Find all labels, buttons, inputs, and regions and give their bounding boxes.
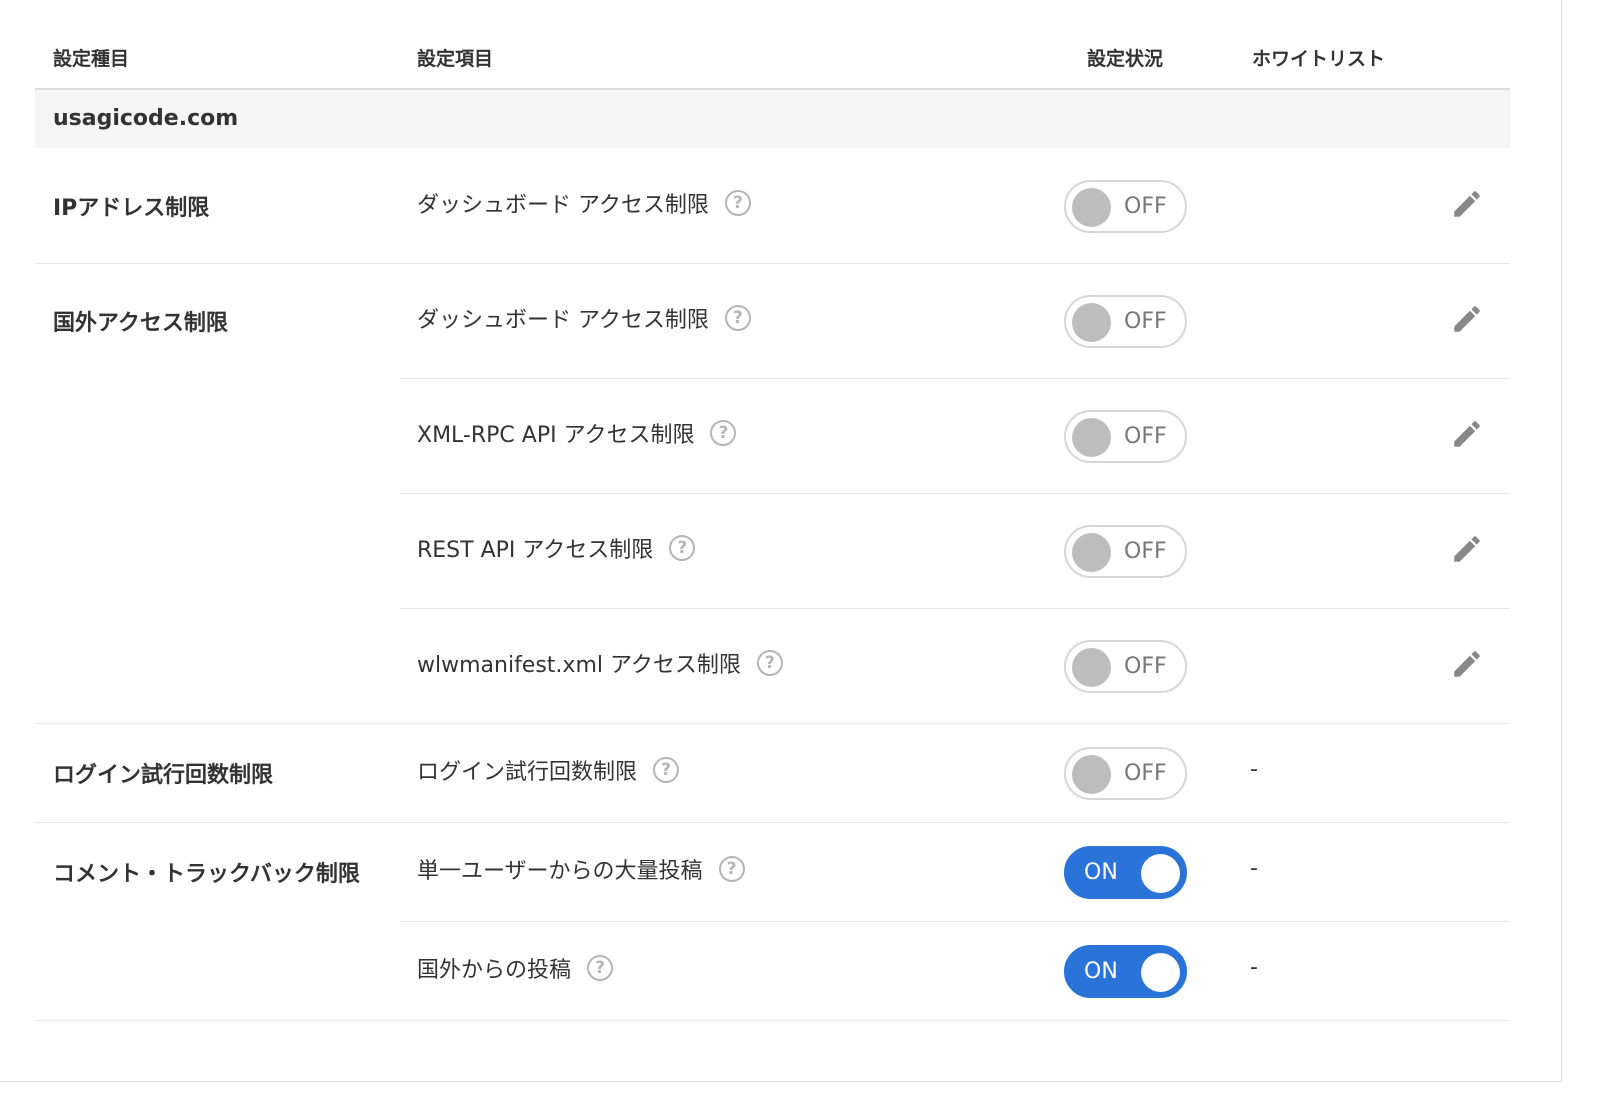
- category-foreign-access-restriction: 国外アクセス制限: [53, 311, 228, 336]
- security-settings-panel: 設定種目 設定項目 設定状況 ホワイトリスト usagicode.com IPア…: [0, 0, 1562, 1082]
- row-divider: [400, 921, 1510, 922]
- help-icon[interactable]: ?: [587, 955, 614, 981]
- help-icon[interactable]: ?: [756, 650, 783, 676]
- category-comment-trackback-restriction: コメント・トラックバック制限: [53, 862, 360, 887]
- status-toggle[interactable]: OFF: [1064, 640, 1187, 693]
- setting-label: 単一ユーザーからの大量投稿: [417, 859, 703, 884]
- edit-icon[interactable]: [1450, 187, 1484, 221]
- setting-item: wlwmanifest.xml アクセス制限 ?: [417, 647, 783, 679]
- column-header-status: 設定状況: [1087, 48, 1164, 70]
- whitelist-value: -: [1250, 856, 1258, 881]
- toggle-knob: [1072, 303, 1111, 342]
- edit-icon[interactable]: [1450, 532, 1484, 566]
- domain-label: usagicode.com: [35, 90, 1510, 148]
- setting-item: 単一ユーザーからの大量投稿 ?: [417, 853, 745, 885]
- status-toggle[interactable]: ON: [1064, 846, 1187, 899]
- setting-label: 国外からの投稿: [417, 958, 572, 983]
- setting-item: XML-RPC API アクセス制限 ?: [417, 417, 737, 449]
- toggle-label: OFF: [1124, 194, 1167, 219]
- toggle-label: OFF: [1124, 654, 1167, 679]
- status-toggle[interactable]: ON: [1064, 945, 1187, 998]
- setting-item: REST API アクセス制限 ?: [417, 532, 696, 564]
- status-toggle[interactable]: OFF: [1064, 180, 1187, 233]
- toggle-label: OFF: [1124, 424, 1167, 449]
- setting-label: REST API アクセス制限: [417, 538, 654, 563]
- group-divider: [35, 822, 1510, 823]
- edit-icon[interactable]: [1450, 647, 1484, 681]
- setting-item: ダッシュボード アクセス制限 ?: [417, 187, 751, 219]
- setting-label: ログイン試行回数制限: [417, 760, 638, 785]
- toggle-knob: [1072, 533, 1111, 572]
- toggle-label: OFF: [1124, 539, 1167, 564]
- setting-item: 国外からの投稿 ?: [417, 952, 614, 984]
- status-toggle[interactable]: OFF: [1064, 747, 1187, 800]
- setting-label: ダッシュボード アクセス制限: [417, 193, 709, 218]
- help-icon[interactable]: ?: [653, 757, 680, 783]
- toggle-knob: [1072, 188, 1111, 227]
- column-header-item: 設定項目: [417, 48, 494, 70]
- setting-label: ダッシュボード アクセス制限: [417, 308, 709, 333]
- help-icon[interactable]: ?: [710, 420, 737, 446]
- help-icon[interactable]: ?: [669, 535, 696, 561]
- toggle-knob: [1072, 418, 1111, 457]
- toggle-label: OFF: [1124, 309, 1167, 334]
- group-divider: [35, 263, 1510, 264]
- category-ip-restriction: IPアドレス制限: [53, 196, 210, 221]
- toggle-knob: [1072, 648, 1111, 687]
- toggle-label: OFF: [1124, 761, 1167, 786]
- whitelist-value: -: [1250, 757, 1258, 782]
- setting-item: ダッシュボード アクセス制限 ?: [417, 302, 751, 334]
- toggle-label: ON: [1084, 959, 1118, 984]
- whitelist-value: -: [1250, 955, 1258, 980]
- column-header-category: 設定種目: [53, 48, 130, 70]
- help-icon[interactable]: ?: [724, 305, 751, 331]
- column-header-whitelist: ホワイトリスト: [1252, 48, 1386, 70]
- category-login-attempt-limit: ログイン試行回数制限: [53, 763, 274, 788]
- help-icon[interactable]: ?: [718, 856, 745, 882]
- group-divider: [35, 1020, 1510, 1021]
- setting-label: wlwmanifest.xml アクセス制限: [417, 653, 741, 678]
- row-divider: [400, 608, 1510, 609]
- help-icon[interactable]: ?: [724, 190, 751, 216]
- status-toggle[interactable]: OFF: [1064, 410, 1187, 463]
- group-divider: [35, 723, 1510, 724]
- status-toggle[interactable]: OFF: [1064, 525, 1187, 578]
- setting-item: ログイン試行回数制限 ?: [417, 754, 680, 786]
- row-divider: [400, 493, 1510, 494]
- toggle-knob: [1141, 953, 1180, 992]
- toggle-knob: [1141, 854, 1180, 893]
- setting-label: XML-RPC API アクセス制限: [417, 423, 695, 448]
- edit-icon[interactable]: [1450, 302, 1484, 336]
- edit-icon[interactable]: [1450, 417, 1484, 451]
- row-divider: [400, 378, 1510, 379]
- status-toggle[interactable]: OFF: [1064, 295, 1187, 348]
- toggle-knob: [1072, 755, 1111, 794]
- toggle-label: ON: [1084, 860, 1118, 885]
